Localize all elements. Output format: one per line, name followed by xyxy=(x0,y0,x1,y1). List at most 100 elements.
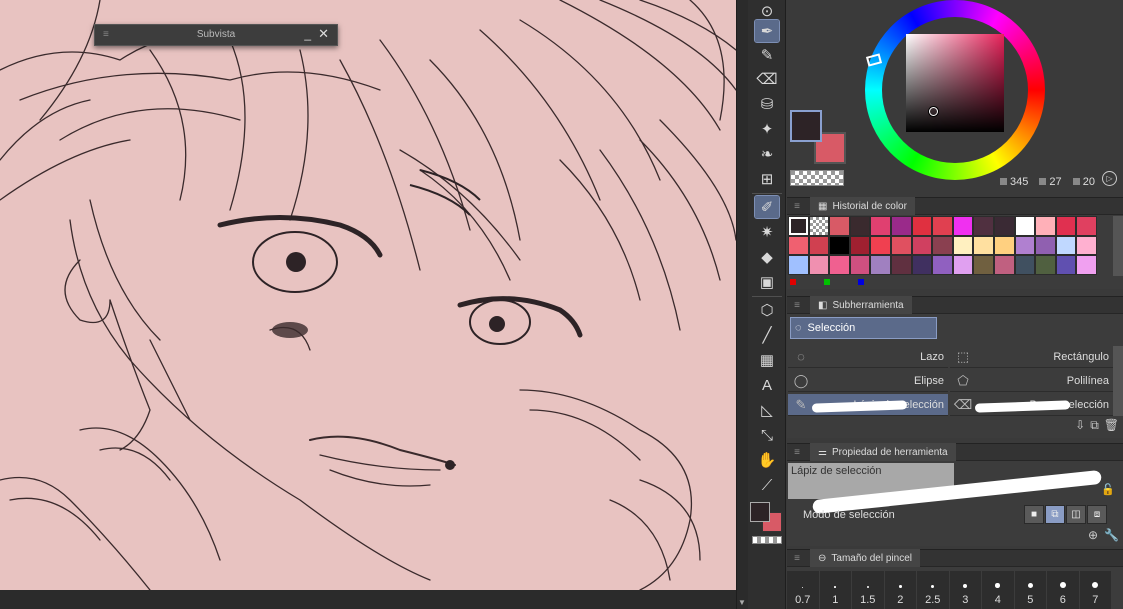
eraser-tool-icon[interactable]: ⌫ xyxy=(755,68,779,90)
color-swatch[interactable] xyxy=(911,235,933,256)
pen-tool-icon[interactable]: ✎ xyxy=(755,44,779,66)
blend-tool-icon[interactable]: ⛁ xyxy=(755,93,779,115)
color-swatch[interactable] xyxy=(973,216,994,236)
panel-menu-icon[interactable]: ≡ xyxy=(790,447,804,458)
main-color-swatch[interactable] xyxy=(790,110,822,142)
fill-tool-icon[interactable]: ◆ xyxy=(755,246,779,268)
color-mode-button[interactable]: ▷ xyxy=(1102,171,1117,186)
color-swatch[interactable] xyxy=(973,255,994,276)
color-swatch[interactable] xyxy=(829,216,850,236)
horizontal-scrollbar[interactable] xyxy=(0,590,736,609)
vertical-scrollbar[interactable]: ▼ xyxy=(736,0,748,609)
tab-tool-property[interactable]: ⚌ Propiedad de herramienta xyxy=(810,443,956,461)
brush-size-option[interactable]: 7 xyxy=(1079,571,1111,609)
color-swatch[interactable] xyxy=(808,255,830,276)
3d-object-tool-icon[interactable]: ⬡ xyxy=(755,299,779,321)
water-tool-icon[interactable]: ❧ xyxy=(755,143,779,165)
subview-window[interactable]: ≡ Subvista _ ✕ xyxy=(94,24,338,46)
color-swatch[interactable] xyxy=(808,216,830,236)
download-icon[interactable]: ⇩ xyxy=(1075,418,1085,433)
color-swatch[interactable] xyxy=(1035,216,1056,236)
color-swatch[interactable] xyxy=(788,255,809,276)
brush-size-option[interactable]: 2 xyxy=(884,571,916,609)
color-swatch[interactable] xyxy=(870,216,891,236)
brush-size-option[interactable]: 4 xyxy=(982,571,1014,609)
panel-menu-icon[interactable]: ≡ xyxy=(790,300,804,311)
hand-tool-icon[interactable]: ✋ xyxy=(755,449,779,471)
operation-tool-icon[interactable]: ✒ xyxy=(754,19,780,43)
panel-menu-icon[interactable]: ≡ xyxy=(790,553,804,564)
color-swatch[interactable] xyxy=(932,216,953,236)
color-swatch[interactable] xyxy=(1055,216,1077,236)
color-swatch[interactable] xyxy=(849,235,871,256)
color-swatch[interactable] xyxy=(849,255,871,276)
brush-size-option[interactable]: 1 xyxy=(819,571,851,609)
color-swatch[interactable] xyxy=(993,255,1015,276)
subtool-group-selection[interactable]: ◌ Selección xyxy=(790,317,937,339)
brush-size-option[interactable]: 2.5 xyxy=(917,571,949,609)
color-swatch[interactable] xyxy=(973,235,994,256)
color-swatch[interactable] xyxy=(829,255,850,276)
lock-icon[interactable]: 🔓 xyxy=(1101,483,1115,496)
auto-select-tool-icon[interactable]: ✷ xyxy=(755,221,779,243)
color-swatch[interactable] xyxy=(952,216,974,236)
color-swatch[interactable] xyxy=(788,235,809,256)
balloon-tool-icon[interactable]: ◺ xyxy=(755,399,779,421)
color-swatch[interactable] xyxy=(808,235,830,256)
color-swatch[interactable] xyxy=(911,255,933,276)
mini-transparent-color[interactable] xyxy=(752,536,782,544)
minimize-button[interactable]: _ xyxy=(304,27,311,41)
color-swatch[interactable] xyxy=(932,235,953,256)
color-swatch[interactable] xyxy=(890,235,912,256)
subtool-polilinea[interactable]: ⬠ Polilínea xyxy=(950,370,1113,392)
color-swatch[interactable] xyxy=(952,255,974,276)
color-swatch[interactable] xyxy=(1076,255,1097,276)
wrench-icon[interactable]: 🔧 xyxy=(1104,528,1119,542)
subtool-lazo[interactable]: ◌ Lazo xyxy=(788,346,948,368)
color-swatch[interactable] xyxy=(788,216,809,236)
panel-menu-icon[interactable]: ≡ xyxy=(790,201,804,212)
tab-brush-size[interactable]: ⊖ Tamaño del pincel xyxy=(810,549,920,567)
transparent-color-swatch[interactable] xyxy=(790,170,844,186)
close-button[interactable]: ✕ xyxy=(318,26,329,42)
brush-size-option[interactable]: 1.5 xyxy=(852,571,884,609)
color-swatch[interactable] xyxy=(1035,255,1056,276)
effect-line-tool-icon[interactable]: ▦ xyxy=(755,349,779,371)
line-tool-icon[interactable]: ╱ xyxy=(755,324,779,346)
correct-line-tool-icon[interactable]: ⤡ xyxy=(755,424,779,446)
color-swatch[interactable] xyxy=(870,235,891,256)
intersect-selection-icon[interactable]: ⧈ xyxy=(1087,505,1107,524)
color-swatch[interactable] xyxy=(911,216,933,236)
new-selection-icon[interactable]: ■ xyxy=(1024,505,1044,524)
selection-tool-icon[interactable]: ✐ xyxy=(754,195,780,219)
drawing-canvas[interactable] xyxy=(0,0,736,590)
color-swatch[interactable] xyxy=(870,255,891,276)
grid-tool-icon[interactable]: ⊞ xyxy=(755,168,779,190)
color-swatch[interactable] xyxy=(1055,255,1077,276)
duplicate-icon[interactable]: ⧉ xyxy=(1090,418,1099,433)
color-swatch[interactable] xyxy=(1076,235,1097,256)
color-swatch[interactable] xyxy=(993,235,1015,256)
color-swatch[interactable] xyxy=(952,235,974,256)
saturation-value-square[interactable] xyxy=(906,34,1004,132)
color-swatch[interactable] xyxy=(1014,255,1036,276)
trash-icon[interactable]: 🗑 xyxy=(1104,418,1119,433)
color-swatch[interactable] xyxy=(1076,216,1097,236)
zoom-tool-icon[interactable]: ⊙ xyxy=(755,0,779,22)
subtract-selection-icon[interactable]: ◫ xyxy=(1066,505,1086,524)
color-swatch[interactable] xyxy=(1014,216,1036,236)
color-swatch[interactable] xyxy=(890,255,912,276)
scroll-down-icon[interactable]: ▼ xyxy=(738,598,746,607)
eyedropper-tool-icon[interactable]: ⟋ xyxy=(755,474,779,496)
sparkle-tool-icon[interactable]: ✦ xyxy=(755,118,779,140)
brush-size-option[interactable]: 3 xyxy=(949,571,981,609)
tab-color-history[interactable]: ▦ Historial de color xyxy=(810,197,915,215)
brush-size-option[interactable]: 5 xyxy=(1014,571,1046,609)
brush-size-option[interactable]: 6 xyxy=(1047,571,1079,609)
color-swatch[interactable] xyxy=(1014,235,1036,256)
add-selection-icon[interactable]: ⧉ xyxy=(1045,505,1065,524)
subtool-elipse[interactable]: ◯ Elipse xyxy=(788,370,948,392)
color-swatch[interactable] xyxy=(993,216,1015,236)
tab-subtool[interactable]: ◧ Subherramienta xyxy=(810,296,912,314)
color-swatch[interactable] xyxy=(849,216,871,236)
